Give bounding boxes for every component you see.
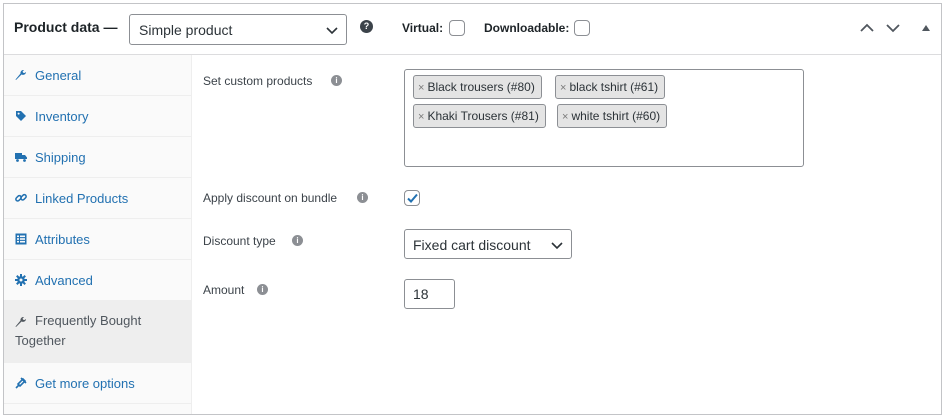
product-tag-label: black tshirt (#61) xyxy=(569,80,659,94)
apply-discount-label: Apply discount on bundle xyxy=(203,191,338,205)
amount-label: Amount xyxy=(203,283,245,297)
virtual-checkbox[interactable] xyxy=(449,20,465,36)
downloadable-checkbox[interactable] xyxy=(574,20,590,36)
chevron-up-icon[interactable] xyxy=(859,21,875,35)
link-icon xyxy=(15,193,27,202)
tab-shipping[interactable]: Shipping xyxy=(4,137,192,178)
product-type-help-icon[interactable]: ? xyxy=(360,20,373,33)
info-icon[interactable]: i xyxy=(331,75,342,86)
chevron-down-icon xyxy=(551,242,563,250)
tab-frequently-bought-together[interactable]: Frequently Bought Together xyxy=(4,301,192,363)
chevron-down-icon xyxy=(326,27,338,35)
product-data-title: Product data — xyxy=(14,19,118,35)
product-data-panel: Product data — Simple product ? Virtual:… xyxy=(3,3,942,415)
info-icon[interactable]: i xyxy=(292,235,303,246)
tab-linked-products[interactable]: Linked Products xyxy=(4,178,192,219)
tab-get-more-options[interactable]: Get more options xyxy=(4,363,192,404)
discount-type-value: Fixed cart discount xyxy=(413,237,531,253)
product-data-tabs: General Inventory Shipping Linked Produc… xyxy=(4,55,192,414)
info-icon[interactable]: i xyxy=(257,284,268,295)
tab-general[interactable]: General xyxy=(4,55,192,96)
custom-products-select[interactable]: × Black trousers (#80) × black tshirt (#61… xyxy=(404,69,804,167)
product-tag: × Khaki Trousers (#81) xyxy=(413,104,546,128)
checkmark-icon xyxy=(407,193,418,203)
tab-attributes[interactable]: Attributes xyxy=(4,219,192,260)
virtual-label: Virtual: xyxy=(402,21,444,35)
tab-inventory-label: Inventory xyxy=(35,109,89,124)
remove-tag-icon[interactable]: × xyxy=(562,111,568,123)
product-tag: × white tshirt (#60) xyxy=(557,104,668,128)
tab-frequently-bought-together-label: Frequently Bought Together xyxy=(15,313,142,348)
product-tag: × Black trousers (#80) xyxy=(413,75,542,99)
product-data-header: Product data — Simple product ? Virtual:… xyxy=(4,4,941,55)
product-tag: × black tshirt (#61) xyxy=(555,75,666,99)
tab-shipping-label: Shipping xyxy=(35,150,86,165)
product-tag-label: Khaki Trousers (#81) xyxy=(427,109,539,123)
gear-icon xyxy=(15,274,27,286)
triangle-up-icon[interactable] xyxy=(918,21,934,35)
downloadable-label: Downloadable: xyxy=(484,21,570,35)
truck-icon xyxy=(15,153,27,162)
tab-advanced-label: Advanced xyxy=(35,273,93,288)
remove-tag-icon[interactable]: × xyxy=(418,111,424,123)
tab-get-more-options-label: Get more options xyxy=(35,376,135,391)
discount-type-select[interactable]: Fixed cart discount xyxy=(404,229,572,259)
product-tag-label: Black trousers (#80) xyxy=(427,80,535,94)
chevron-down-icon[interactable] xyxy=(885,21,901,35)
amount-input[interactable] xyxy=(404,279,455,309)
product-type-select[interactable]: Simple product xyxy=(129,14,347,45)
list-icon xyxy=(15,233,27,245)
tab-linked-products-label: Linked Products xyxy=(35,191,129,206)
custom-products-label: Set custom products xyxy=(203,74,313,88)
discount-type-label: Discount type xyxy=(203,234,276,248)
product-type-value: Simple product xyxy=(139,22,233,38)
tag-icon xyxy=(16,111,26,121)
tab-attributes-label: Attributes xyxy=(35,232,90,247)
remove-tag-icon[interactable]: × xyxy=(418,82,424,94)
product-tag-label: white tshirt (#60) xyxy=(571,109,661,123)
tab-inventory[interactable]: Inventory xyxy=(4,96,192,137)
tab-advanced[interactable]: Advanced xyxy=(4,260,192,301)
wrench-icon xyxy=(15,69,26,80)
apply-discount-checkbox[interactable] xyxy=(404,190,420,206)
remove-tag-icon[interactable]: × xyxy=(560,82,566,94)
info-icon[interactable]: i xyxy=(357,192,368,203)
tab-general-label: General xyxy=(35,68,82,83)
plugin-icon xyxy=(15,377,27,389)
